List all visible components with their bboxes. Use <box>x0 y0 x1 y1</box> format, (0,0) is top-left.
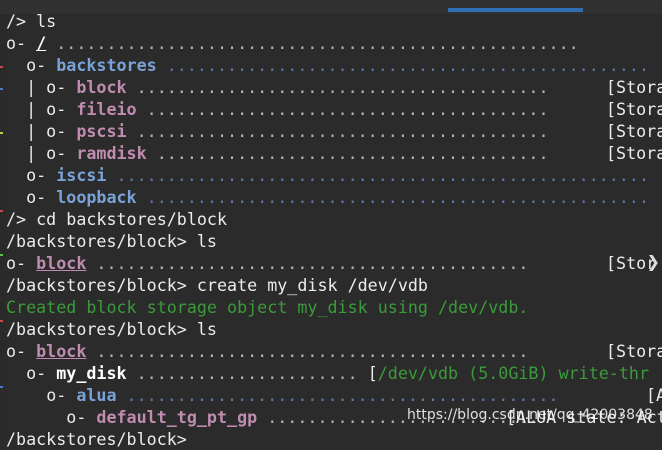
tree-prefix: o- <box>26 165 57 185</box>
tree-dots: ........................................… <box>126 77 549 97</box>
tree-node-alua: o- alua ................................… <box>6 384 662 406</box>
gutter-marker <box>0 254 3 256</box>
tree-node-info: [Stora <box>606 341 662 361</box>
tree-node-name: default_tg_pt_gp <box>96 407 258 427</box>
prompt: /backstores/block> <box>6 429 197 449</box>
tree-dots: ........................................… <box>126 121 549 141</box>
tree-prefix: o- <box>6 341 37 361</box>
tree-prefix: | o- <box>26 143 77 163</box>
tree-node-name: block <box>36 341 87 361</box>
tree-node-info: /dev/vdb (5.0GiB) write-thr <box>377 363 649 383</box>
tree-node-name: block <box>76 77 127 97</box>
gutter-marker <box>0 320 3 322</box>
terminal-line-prompt-partial: /backstores/block> <box>6 428 649 450</box>
tree-node-backstores: o- backstores ..........................… <box>6 54 649 76</box>
prompt: /backstores/block> <box>6 275 197 295</box>
gutter-marker <box>0 132 3 134</box>
tree-node-name: loopback <box>56 187 137 207</box>
tree-dots: ........................................… <box>136 187 649 207</box>
tree-node-info: [A <box>646 385 662 405</box>
command-output-success: Created block storage object my_disk usi… <box>6 296 649 318</box>
tree-prefix: o- <box>6 33 37 53</box>
tree-node-ramdisk: | o- ramdisk ...........................… <box>6 142 662 164</box>
tree-dots: ....................................... <box>146 143 549 163</box>
editor-gutter <box>0 14 5 437</box>
command: ls <box>196 231 217 251</box>
tree-node-my-disk: o- my_disk ...................... [/dev/… <box>6 362 649 384</box>
terminal-line-prompt: /backstores/block> create my_disk /dev/v… <box>6 274 649 296</box>
tree-node-block: o- block ...............................… <box>6 252 656 274</box>
tree-dots: ........................................… <box>86 253 529 273</box>
gutter-marker <box>0 210 3 212</box>
tree-node-loopback: o- loopback ............................… <box>6 186 649 208</box>
tree-node-info: [Stora <box>606 77 662 97</box>
prompt: /backstores/block> <box>6 231 197 251</box>
tree-node-info: [Stora <box>606 143 662 163</box>
terminal-line-prompt: /backstores/block> ls <box>6 318 649 340</box>
gutter-marker <box>0 386 3 388</box>
tree-prefix: o- <box>6 253 37 273</box>
terminal-line-prompt: /backstores/block> ls <box>6 230 649 252</box>
tree-node-info: [Stora <box>606 99 662 119</box>
tree-node-name: fileio <box>76 99 137 119</box>
tree-node-name: my_disk <box>56 363 127 383</box>
tree-node-iscsi: o- iscsi ...............................… <box>6 164 649 186</box>
prompt: /backstores/block> <box>6 319 197 339</box>
tree-dots: ........................................… <box>106 165 650 185</box>
tree-prefix: o- <box>26 55 57 75</box>
tree-dots: ........................................… <box>46 33 579 53</box>
tree-prefix: o- <box>26 187 57 207</box>
command: create my_disk /dev/vdb <box>196 275 428 295</box>
tree-dots: ...................... <box>126 363 368 383</box>
tree-dots: ........................................ <box>136 99 549 119</box>
tree-node-block: o- block ...............................… <box>6 340 662 362</box>
tree-root: o- / ...................................… <box>6 32 649 54</box>
command: cd backstores/block <box>36 209 228 229</box>
watermark: https://blog.csdn.net/qq_42003848 <box>407 407 653 423</box>
tree-node-name: alua <box>76 385 117 405</box>
tree-node-block: | o- block .............................… <box>6 76 662 98</box>
tree-prefix: | o- <box>26 99 77 119</box>
command: ls <box>36 11 57 31</box>
tree-dots: ........................................… <box>116 385 559 405</box>
success-message: Created block storage object my_disk usi… <box>6 297 529 317</box>
tree-prefix: o- <box>46 385 77 405</box>
chevron-right-icon[interactable]: ❯ <box>647 252 660 271</box>
tree-node-fileio: | o- fileio ............................… <box>6 98 662 120</box>
tree-prefix: o- <box>66 407 97 427</box>
tree-node-name: ramdisk <box>76 143 147 163</box>
tree-node-info: [Stora <box>606 121 662 141</box>
terminal-line-prompt: /> ls <box>6 10 649 32</box>
tree-node-name: / <box>36 33 47 53</box>
gutter-marker <box>0 66 3 68</box>
terminal-line-prompt: /> cd backstores/block <box>6 208 649 230</box>
tree-dots: ........................................… <box>86 341 529 361</box>
tree-prefix: | o- <box>26 77 77 97</box>
prompt: /> <box>6 209 37 229</box>
tree-node-name: block <box>36 253 87 273</box>
tree-node-name: pscsi <box>76 121 127 141</box>
command: ls <box>196 319 217 339</box>
tree-bracket: [ <box>367 363 378 383</box>
prompt: /> <box>6 11 37 31</box>
tree-prefix: | o- <box>26 121 77 141</box>
terminal-output[interactable]: /> ls o- / .............................… <box>6 10 662 450</box>
tree-prefix: o- <box>26 363 57 383</box>
tree-node-name: iscsi <box>56 165 107 185</box>
tree-node-name: backstores <box>56 55 157 75</box>
tree-node-pscsi: | o- pscsi .............................… <box>6 120 662 142</box>
gutter-marker <box>0 88 3 90</box>
tree-dots: ........................................… <box>156 55 649 75</box>
